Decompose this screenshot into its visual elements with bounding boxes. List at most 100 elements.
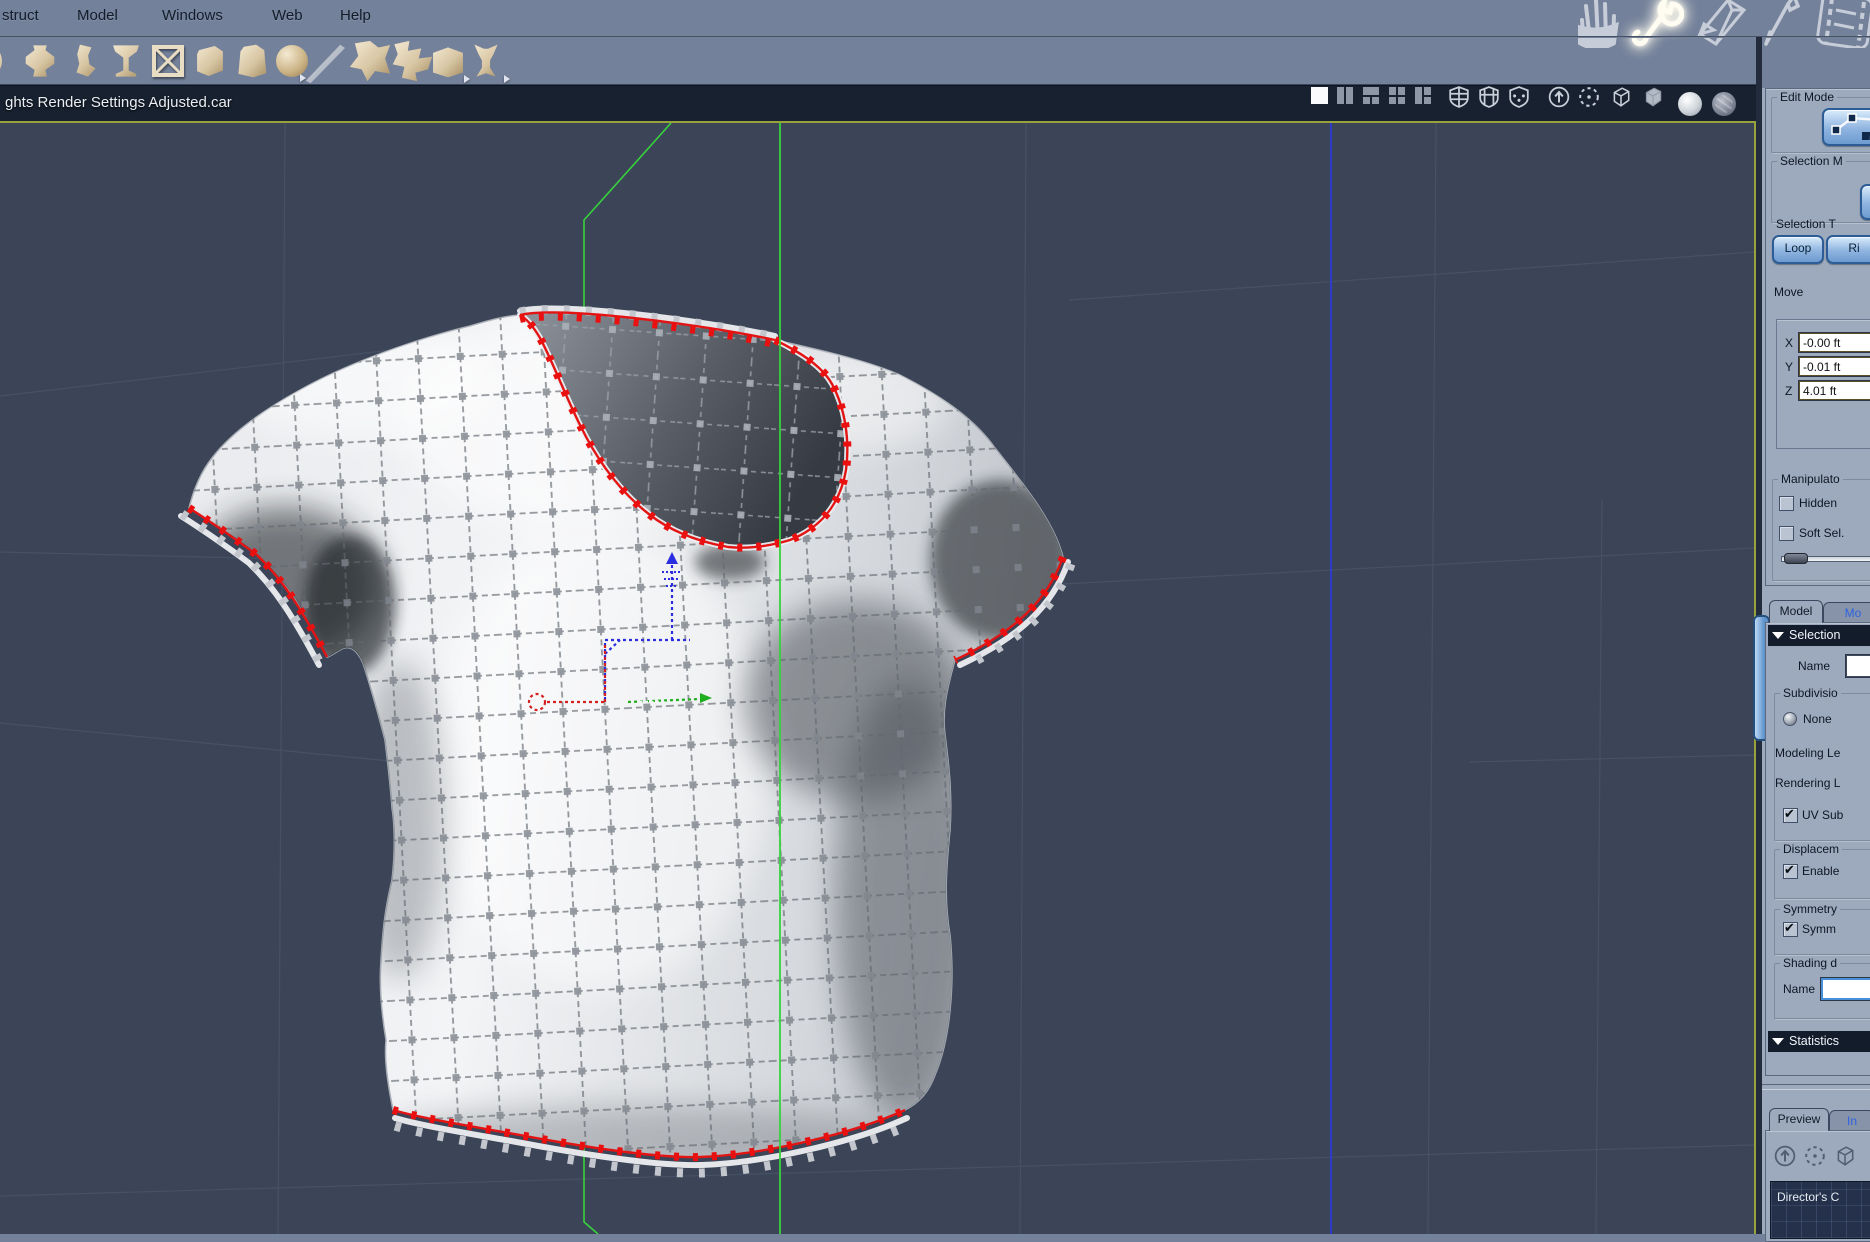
four-pane-layout-icon[interactable]	[1388, 86, 1408, 106]
deform-b-tool-icon[interactable]	[392, 40, 433, 82]
bend-tool-icon[interactable]	[76, 44, 96, 77]
hidden-label: Hidden	[1799, 496, 1838, 510]
loop-button-label: Loop	[1784, 241, 1812, 255]
delete-box-tool-icon[interactable]	[151, 44, 185, 78]
film-icon[interactable]	[1812, 0, 1870, 48]
rotate-free-icon[interactable]	[1578, 86, 1599, 107]
tab-preview[interactable]: Preview	[1769, 1108, 1829, 1131]
goblet-tool-icon[interactable]	[113, 45, 139, 77]
shading-name-field[interactable]	[1821, 978, 1870, 1000]
panel-section-divider[interactable]	[1762, 1084, 1870, 1090]
ring-button[interactable]: Ri	[1826, 235, 1870, 264]
cube-tool-icon[interactable]	[197, 46, 223, 76]
lathe-tool-icon[interactable]	[25, 45, 55, 77]
statistics-section-header[interactable]: Statistics	[1768, 1031, 1870, 1052]
dome-tool-icon[interactable]	[0, 44, 2, 78]
shading-name-label: Name	[1783, 982, 1816, 996]
wireframe-cube-icon[interactable]	[1610, 86, 1630, 107]
soft-sel-checkbox[interactable]	[1779, 526, 1794, 541]
displacement-label: Displacem	[1780, 842, 1843, 856]
enable-checkbox[interactable]	[1783, 862, 1798, 879]
menu-windows[interactable]: Windows	[162, 7, 223, 24]
model-properties-box: Selection Name Subdivisio None Modeling …	[1765, 622, 1870, 1076]
manipulators-label: Manipulato	[1778, 472, 1843, 486]
tshirt-mesh[interactable]	[170, 290, 1080, 1180]
menu-model[interactable]: Model	[77, 7, 118, 24]
toolbar	[0, 38, 1762, 84]
viewport-3d[interactable]	[0, 121, 1756, 1234]
menu-construct[interactable]: struct	[2, 7, 39, 24]
shading-domains-group: Shading d Name	[1774, 956, 1870, 1019]
edit-mode-label: Edit Mode	[1777, 90, 1838, 104]
move-z-field[interactable]	[1799, 381, 1870, 400]
app-window: struct Model Windows Web Help ghts Rende…	[0, 0, 1870, 1242]
collapse-triangle-icon	[1772, 632, 1784, 639]
selection-name-field[interactable]	[1846, 655, 1870, 677]
properties-panel: Edit Mode Selection M Selection T Loop R…	[1753, 88, 1870, 1242]
textured-sphere-icon[interactable]	[1712, 92, 1736, 116]
tool-options-box: Edit Mode Selection M Selection T Loop R…	[1765, 88, 1870, 586]
move-label: Move	[1774, 285, 1804, 299]
document-filename: ghts Render Settings Adjusted.car	[5, 94, 232, 111]
preview-box: Director's C	[1765, 1130, 1870, 1242]
preview-cube-icon[interactable]	[1834, 1145, 1856, 1167]
three-pane-layout-icon[interactable]	[1362, 86, 1382, 106]
move-x-field[interactable]	[1799, 333, 1870, 352]
bag-tool-icon[interactable]	[238, 44, 267, 78]
selection-mode-label: Selection M	[1777, 154, 1846, 168]
preview-rotate-icon[interactable]	[1804, 1145, 1826, 1167]
tshirt-mesh-scene	[0, 123, 1754, 1234]
normals-arrow-icon[interactable]	[1548, 86, 1570, 108]
selection-section-header[interactable]: Selection	[1768, 625, 1870, 646]
flyout-arrow-icon[interactable]	[300, 74, 306, 82]
selection-mode-group: Selection M	[1771, 154, 1870, 223]
move-z-label: Z	[1785, 384, 1793, 398]
uv-sub-checkbox[interactable]	[1783, 806, 1798, 823]
soft-sel-label: Soft Sel.	[1799, 526, 1845, 540]
rendering-level-label: Rendering L	[1775, 776, 1841, 790]
camera-preview-thumbnail[interactable]: Director's C	[1770, 1181, 1870, 1239]
menu-bar: struct Model Windows Web Help	[0, 0, 1870, 48]
manipulators-group: Manipulato Hidden Soft Sel.	[1772, 472, 1870, 581]
selection-mode-button[interactable]	[1860, 184, 1870, 220]
l-pane-layout-icon[interactable]	[1414, 86, 1434, 106]
flyout-arrow-icon[interactable]	[464, 75, 470, 83]
move-box: X Y Z	[1776, 319, 1870, 449]
single-pane-layout-icon[interactable]	[1310, 86, 1330, 106]
selection-header-label: Selection	[1789, 628, 1841, 642]
subdivision-label: Subdivisio	[1780, 686, 1841, 700]
sphere-tool-icon[interactable]	[276, 45, 308, 77]
shading-domains-label: Shading d	[1780, 956, 1841, 970]
menu-web[interactable]: Web	[272, 7, 303, 24]
preview-normals-icon[interactable]	[1774, 1145, 1796, 1167]
shield-grid-icon[interactable]	[1478, 86, 1499, 108]
flyout-arrow-icon[interactable]	[504, 75, 510, 83]
hidden-checkbox[interactable]	[1779, 496, 1794, 511]
displacement-group: Displacem Enable	[1774, 842, 1870, 899]
move-y-field[interactable]	[1799, 357, 1870, 376]
symmetry-label: Symmetry	[1780, 902, 1840, 916]
shear-tool-icon[interactable]	[474, 44, 498, 77]
edit-mode-button[interactable]	[1822, 108, 1870, 146]
subdivision-none-radio[interactable]	[1783, 712, 1797, 726]
subdivision-group: Subdivisio None Modeling Le Rendering L …	[1774, 686, 1870, 841]
smooth-sphere-icon[interactable]	[1678, 92, 1702, 116]
flat-cube-icon[interactable]	[1642, 86, 1662, 107]
symm-label: Symm	[1802, 922, 1836, 936]
soft-sel-slider-thumb[interactable]	[1784, 553, 1808, 564]
symm-checkbox[interactable]	[1783, 920, 1798, 937]
menu-help[interactable]: Help	[340, 7, 371, 24]
uv-sub-label: UV Sub	[1802, 808, 1844, 822]
soft-sel-slider[interactable]	[1781, 553, 1870, 564]
deform-a-tool-icon[interactable]	[349, 40, 391, 82]
tab-model[interactable]: Model	[1769, 600, 1823, 623]
shield-dots-icon[interactable]	[1508, 86, 1529, 108]
two-pane-layout-icon[interactable]	[1336, 86, 1356, 106]
tool-chest-icon[interactable]	[433, 47, 463, 78]
ring-button-label: Ri	[1848, 241, 1860, 255]
shield-wire-icon[interactable]	[1448, 86, 1469, 108]
loop-button[interactable]: Loop	[1772, 235, 1824, 264]
edit-mode-group: Edit Mode	[1771, 90, 1870, 153]
texture-pen-icon[interactable]	[1758, 0, 1802, 48]
pen-line-tool-icon[interactable]	[305, 44, 345, 84]
